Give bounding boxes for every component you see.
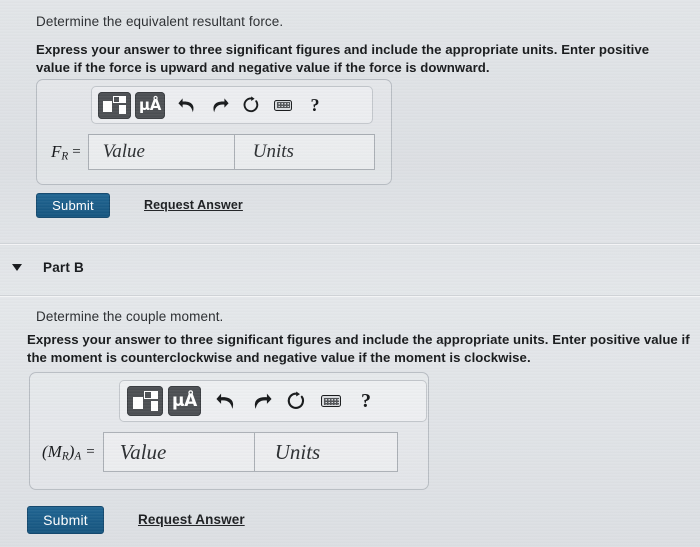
redo-arrow-icon	[212, 97, 229, 112]
part-a-prompt: Determine the equivalent resultant force…	[36, 14, 284, 29]
template-matrix-button[interactable]	[98, 91, 131, 119]
part-b-instruction: Express your answer to three significant…	[27, 332, 690, 365]
keyboard-icon	[274, 99, 292, 111]
part-b-variable-label: (MR)A	[42, 441, 82, 463]
part-b-units-placeholder: Units	[274, 439, 321, 464]
part-b-submit-row: Submit Request Answer	[27, 505, 427, 534]
undo-button[interactable]	[212, 386, 240, 416]
question-mark-icon: ?	[361, 389, 371, 412]
template-matrix-icon	[132, 390, 158, 412]
part-a-value-placeholder: Value	[102, 141, 145, 162]
keyboard-icon	[321, 395, 341, 407]
part-a-request-answer-link[interactable]: Request Answer	[144, 198, 243, 212]
part-a-answer-panel: μÅ ? FR = Value Units	[36, 79, 392, 185]
reset-circular-arrow-icon	[243, 96, 259, 113]
redo-button[interactable]	[206, 92, 232, 119]
redo-arrow-icon	[254, 393, 272, 409]
reset-button[interactable]	[238, 92, 264, 119]
undo-arrow-icon	[177, 97, 194, 112]
help-button[interactable]: ?	[352, 386, 380, 416]
part-b-answer-panel: μÅ ? (MR)A = Value Units	[29, 372, 429, 490]
part-b-prompt: Determine the couple moment.	[36, 309, 224, 324]
part-b-header[interactable]: Part B	[10, 257, 310, 277]
part-a-equation-toolbar[interactable]: μÅ ?	[91, 86, 373, 124]
part-a-submit-row: Submit Request Answer	[36, 192, 436, 218]
part-a-value-input[interactable]: Value	[87, 134, 235, 170]
part-b-value-input[interactable]: Value	[102, 432, 255, 472]
part-b-title: Part B	[43, 259, 84, 275]
undo-arrow-icon	[215, 393, 233, 409]
reset-circular-arrow-icon	[287, 391, 305, 409]
redo-button[interactable]	[247, 386, 275, 416]
part-a-units-input[interactable]: Units	[234, 134, 375, 170]
template-matrix-icon	[103, 95, 126, 115]
keyboard-button[interactable]	[270, 92, 296, 119]
part-a-units-placeholder: Units	[252, 141, 294, 162]
template-matrix-button[interactable]	[127, 386, 163, 416]
mu-angstrom-icon: μÅ	[171, 390, 198, 411]
undo-button[interactable]	[174, 92, 200, 119]
units-mu-angstrom-button[interactable]: μÅ	[135, 91, 165, 119]
part-a-variable-label: FR	[51, 141, 69, 163]
part-b-request-answer-link[interactable]: Request Answer	[138, 512, 245, 527]
keyboard-button[interactable]	[317, 386, 345, 416]
section-divider-bottom	[0, 295, 700, 297]
part-b-value-placeholder: Value	[119, 439, 167, 464]
part-a-answer-row: FR = Value Units	[51, 132, 391, 172]
mu-angstrom-icon: μÅ	[138, 95, 162, 114]
part-a-instruction: Express your answer to three significant…	[36, 42, 650, 75]
section-divider-top	[0, 243, 700, 245]
chevron-down-icon[interactable]	[12, 263, 22, 271]
part-b-answer-row: (MR)A = Value Units	[42, 430, 427, 474]
help-button[interactable]: ?	[302, 92, 328, 119]
question-mark-icon: ?	[310, 94, 320, 115]
part-a-equals-sign: =	[72, 143, 81, 160]
units-mu-angstrom-button[interactable]: μÅ	[168, 386, 201, 416]
part-b-submit-button[interactable]: Submit	[27, 505, 104, 534]
part-b-equation-toolbar[interactable]: μÅ ?	[119, 380, 427, 422]
part-b-equals-sign: =	[86, 443, 95, 460]
part-a-submit-button[interactable]: Submit	[36, 192, 110, 218]
part-b-units-input[interactable]: Units	[254, 432, 398, 472]
reset-button[interactable]	[282, 386, 310, 416]
